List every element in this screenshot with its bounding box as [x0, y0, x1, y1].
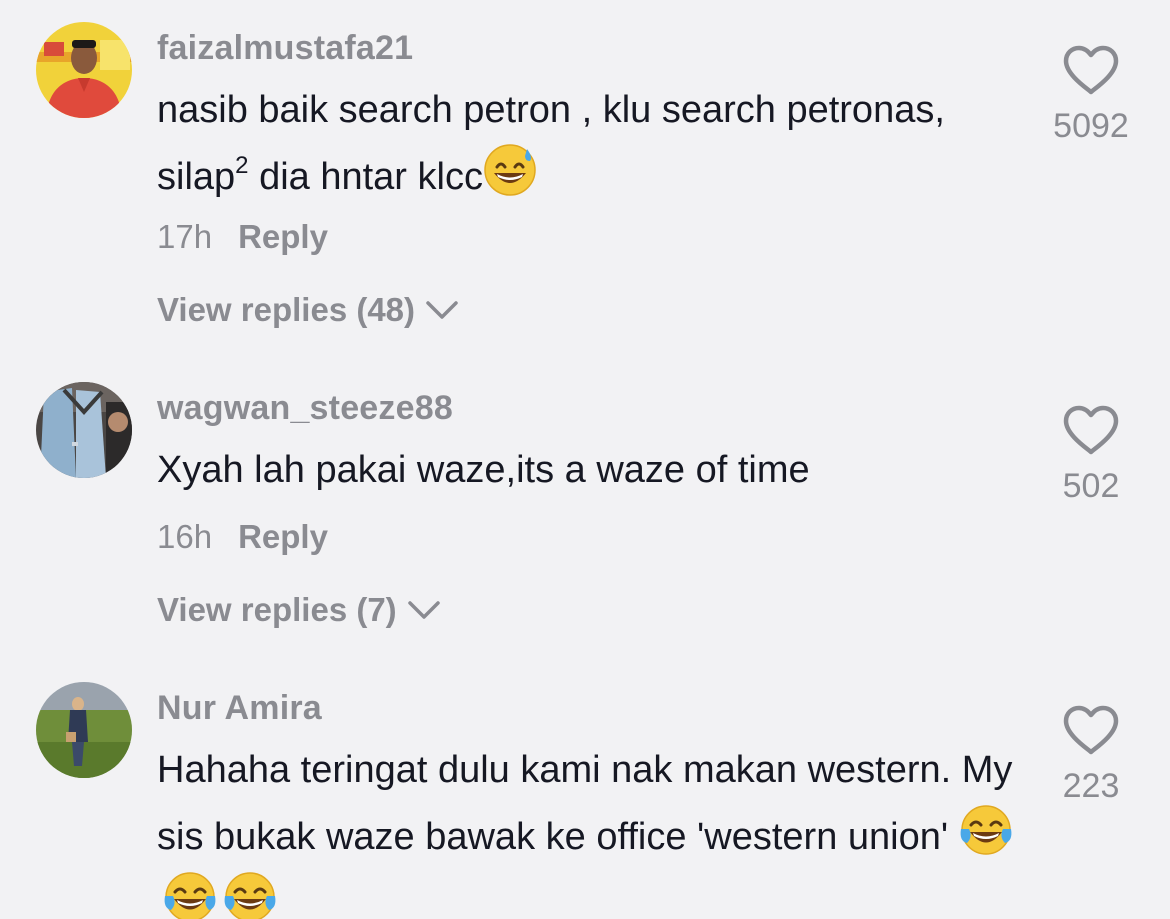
comment-username[interactable]: faizalmustafa21 — [157, 28, 413, 68]
comment-time: 16h — [157, 518, 213, 555]
avatar-woman-field-icon — [36, 682, 132, 778]
reply-button[interactable]: Reply — [238, 218, 328, 255]
heart-icon[interactable] — [1062, 704, 1120, 756]
tears-of-joy-emoji-icon — [223, 870, 277, 919]
reply-button[interactable]: Reply — [238, 518, 328, 555]
grinning-sweat-emoji-icon — [483, 143, 537, 197]
comment-text: Hahaha teringat dulu kami nak makan west… — [157, 737, 1017, 919]
avatar[interactable] — [36, 22, 132, 118]
view-replies-label: View replies (48) — [157, 291, 416, 328]
like-count: 5092 — [1053, 107, 1129, 145]
comment-time: 17h — [157, 218, 213, 255]
avatar-denim-jacket-icon — [36, 382, 132, 478]
like-count: 502 — [1062, 467, 1120, 505]
comment-text-part: dia hntar klcc — [248, 156, 483, 198]
avatar[interactable] — [36, 382, 132, 478]
tears-of-joy-emoji-icon — [163, 870, 217, 919]
view-replies-label: View replies (7) — [157, 591, 397, 628]
comment-text: Xyah lah pakai waze,its a waze of time — [157, 449, 810, 491]
like-count: 223 — [1062, 767, 1120, 805]
avatar[interactable] — [36, 682, 132, 778]
comment-meta: 16h Reply — [157, 517, 328, 557]
avatar-man-red-shirt-icon — [36, 22, 132, 118]
comment-username[interactable]: Nur Amira — [157, 688, 322, 728]
comment-meta: 17h Reply — [157, 217, 328, 257]
chevron-down-icon — [407, 601, 440, 619]
comment-username[interactable]: wagwan_steeze88 — [157, 388, 453, 428]
like-control: 5092 — [1036, 44, 1146, 146]
like-control: 223 — [1036, 704, 1146, 806]
heart-icon[interactable] — [1062, 44, 1120, 96]
view-replies-button[interactable]: View replies (7) — [157, 590, 441, 630]
comment-text: nasib baik search petron , klu search pe… — [157, 77, 1017, 210]
chevron-down-icon — [426, 301, 458, 319]
superscript: 2 — [235, 152, 249, 179]
like-control: 502 — [1036, 404, 1146, 506]
view-replies-button[interactable]: View replies (48) — [157, 290, 459, 330]
heart-icon[interactable] — [1062, 404, 1120, 456]
tears-of-joy-emoji-icon — [959, 803, 1013, 857]
comment-text-part: Hahaha teringat dulu kami nak makan west… — [157, 749, 1013, 858]
